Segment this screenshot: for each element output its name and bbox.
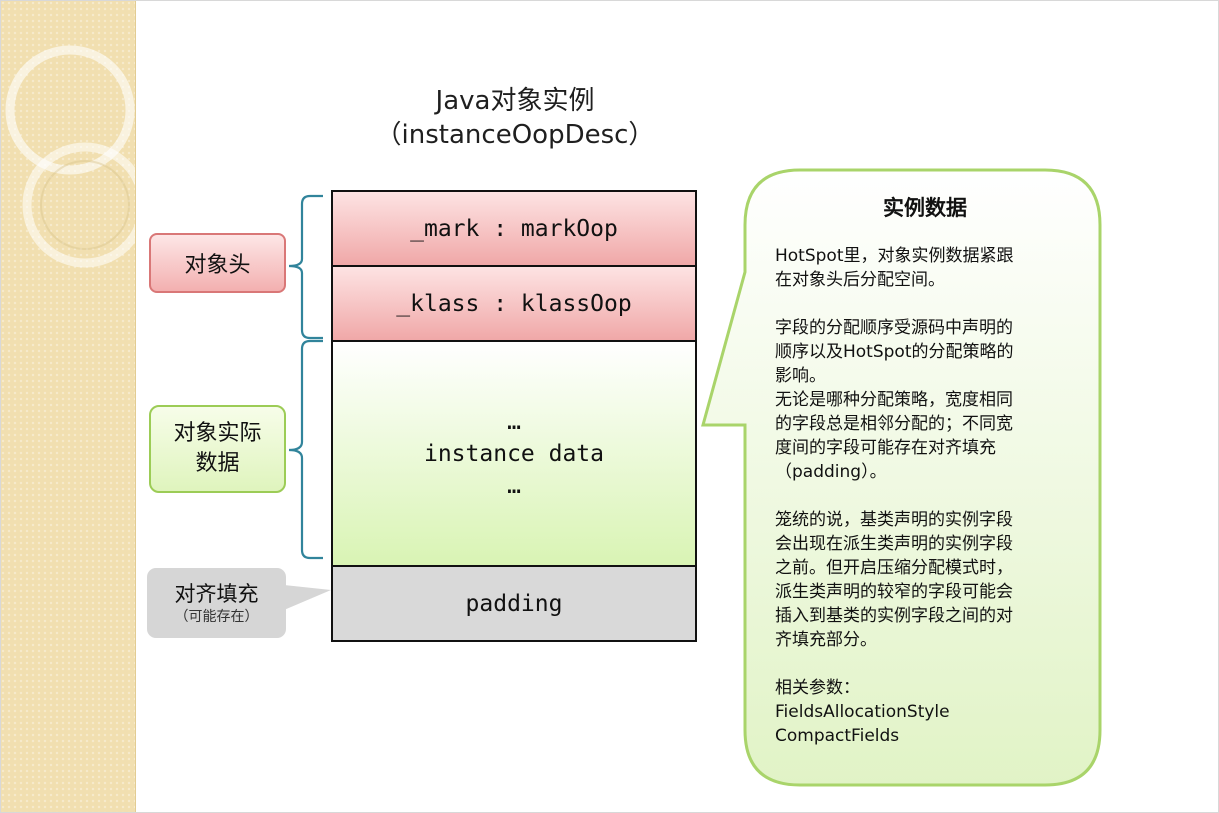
instance-ellipsis-top: … bbox=[507, 408, 521, 435]
callout-title: 实例数据 bbox=[883, 196, 967, 220]
padding-block: padding bbox=[333, 567, 695, 640]
alignment-padding-note: （可能存在） bbox=[174, 609, 259, 625]
padding-pointer bbox=[284, 585, 331, 610]
mark-field-label: _mark : markOop bbox=[410, 215, 618, 242]
data-brace bbox=[288, 339, 323, 560]
klass-field: _klass : klassOop bbox=[333, 267, 695, 342]
klass-field-label: _klass : klassOop bbox=[396, 290, 632, 317]
header-brace bbox=[288, 194, 323, 340]
object-header-label: 对象头 bbox=[149, 233, 286, 293]
alignment-padding-label: 对齐填充 （可能存在） bbox=[147, 568, 286, 638]
instance-data-callout: 实例数据 HotSpot里，对象实例数据紧跟 在对象头后分配空间。 字段的分配顺… bbox=[775, 192, 1075, 748]
object-data-label: 对象实际 数据 bbox=[149, 405, 286, 493]
instance-data-block: … instance data … bbox=[333, 342, 695, 567]
mark-field: _mark : markOop bbox=[333, 192, 695, 267]
alignment-padding-text: 对齐填充 bbox=[174, 582, 259, 606]
object-layout-stack: _mark : markOop _klass : klassOop … inst… bbox=[331, 190, 697, 642]
object-header-text: 对象头 bbox=[184, 253, 251, 278]
object-data-text: 对象实际 数据 bbox=[173, 421, 262, 476]
instance-ellipsis-bottom: … bbox=[507, 472, 521, 499]
callout-body: HotSpot里，对象实例数据紧跟 在对象头后分配空间。 字段的分配顺序受源码中… bbox=[775, 246, 1014, 746]
padding-label: padding bbox=[465, 590, 563, 617]
instance-data-label: instance data bbox=[423, 440, 604, 467]
